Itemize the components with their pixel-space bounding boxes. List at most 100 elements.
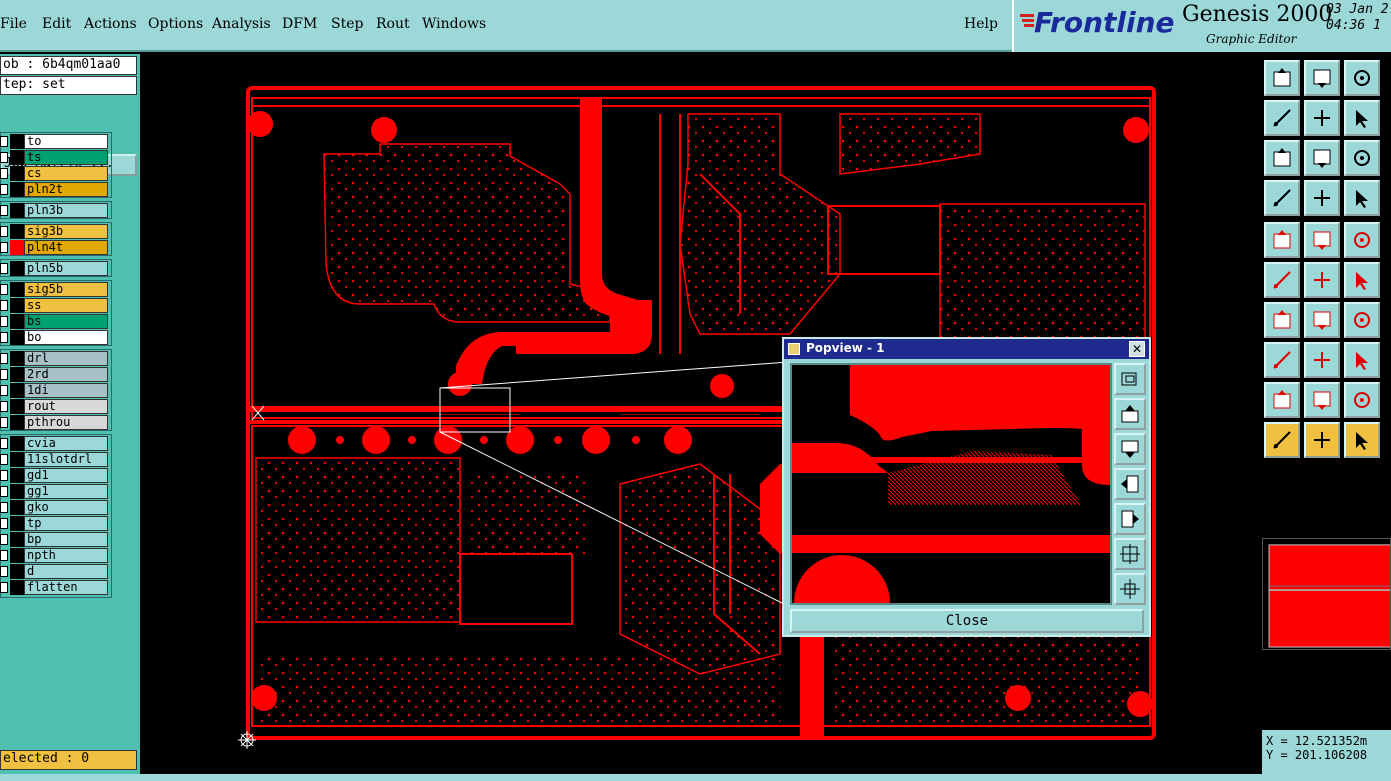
layer-row[interactable]: cs xyxy=(0,166,110,181)
popview-pan-down-button[interactable] xyxy=(1114,433,1146,465)
settings-button[interactable] xyxy=(1264,180,1300,216)
layer-checkbox[interactable] xyxy=(0,566,8,577)
layer-row[interactable]: sig3b xyxy=(0,224,110,239)
scale-1-2-button[interactable] xyxy=(1344,140,1380,176)
layer-name[interactable]: cs xyxy=(24,166,108,181)
a-tool-button[interactable] xyxy=(1344,382,1380,418)
layer-name[interactable]: bs xyxy=(24,314,108,329)
layer-row[interactable]: pln5b xyxy=(0,261,110,276)
layer-checkbox[interactable] xyxy=(0,316,8,327)
menu-windows[interactable]: Windows xyxy=(422,16,486,32)
menu-rout[interactable]: Rout xyxy=(376,16,410,32)
layer-color-swatch[interactable] xyxy=(10,367,24,382)
layer-checkbox[interactable] xyxy=(0,284,8,295)
arrow-tool-button[interactable] xyxy=(1304,302,1340,338)
layer-checkbox[interactable] xyxy=(0,534,8,545)
popview-zoom-out-button[interactable] xyxy=(1114,573,1146,605)
layer-checkbox[interactable] xyxy=(0,184,8,195)
layer-name[interactable]: 11slotdrl xyxy=(24,452,108,467)
layer-checkbox[interactable] xyxy=(0,486,8,497)
layer-row[interactable]: d xyxy=(0,564,110,579)
layer-checkbox[interactable] xyxy=(0,582,8,593)
layer-color-swatch[interactable] xyxy=(10,314,24,329)
layer-name[interactable]: gg1 xyxy=(24,484,108,499)
layer-color-swatch[interactable] xyxy=(10,415,24,430)
layer-color-swatch[interactable] xyxy=(10,282,24,297)
layer-color-swatch[interactable] xyxy=(10,298,24,313)
layer-name[interactable]: pln5b xyxy=(24,261,108,276)
zoom-button[interactable] xyxy=(1304,140,1340,176)
layer-checkbox[interactable] xyxy=(0,168,8,179)
layer-row[interactable]: pln4t xyxy=(0,240,110,255)
layer-name[interactable]: gko xyxy=(24,500,108,515)
layer-checkbox[interactable] xyxy=(0,550,8,561)
triangle-tool-button[interactable] xyxy=(1264,382,1300,418)
layer-checkbox[interactable] xyxy=(0,205,8,216)
layer-name[interactable]: bp xyxy=(24,532,108,547)
layer-row[interactable]: gko xyxy=(0,500,110,515)
menu-analysis[interactable]: Analysis xyxy=(212,16,271,32)
layer-color-swatch[interactable] xyxy=(10,452,24,467)
layer-checkbox[interactable] xyxy=(0,454,8,465)
menu-actions[interactable]: Actions xyxy=(84,16,137,32)
popview-close-button[interactable]: Close xyxy=(790,609,1144,633)
save-button[interactable] xyxy=(1304,60,1340,96)
popview-pan-left-button[interactable] xyxy=(1114,468,1146,500)
layer-checkbox[interactable] xyxy=(0,470,8,481)
layer-checkbox[interactable] xyxy=(0,438,8,449)
connect-button[interactable] xyxy=(1264,262,1300,298)
line-tool-button[interactable] xyxy=(1264,302,1300,338)
layer-color-swatch[interactable] xyxy=(10,484,24,499)
home-button[interactable] xyxy=(1344,60,1380,96)
layer-row[interactable]: cvia xyxy=(0,436,110,451)
layer-color-swatch[interactable] xyxy=(10,261,24,276)
layer-color-swatch[interactable] xyxy=(10,240,24,255)
layer-color-swatch[interactable] xyxy=(10,351,24,366)
layer-row[interactable]: 11slotdrl xyxy=(0,452,110,467)
layer-name[interactable]: rout xyxy=(24,399,108,414)
layer-name[interactable]: flatten xyxy=(24,580,108,595)
layer-props-button[interactable] xyxy=(1344,180,1380,216)
popview-titlebar[interactable]: Popview - 1 ✕ xyxy=(784,339,1149,359)
layer-color-swatch[interactable] xyxy=(10,532,24,547)
layer-name[interactable]: bo xyxy=(24,330,108,345)
layer-name[interactable]: pthrou xyxy=(24,415,108,430)
minus-tool-button[interactable] xyxy=(1304,342,1340,378)
layer-checkbox[interactable] xyxy=(0,401,8,412)
menu-file[interactable]: File xyxy=(0,16,27,32)
layer-checkbox[interactable] xyxy=(0,152,8,163)
layer-row[interactable]: rout xyxy=(0,399,110,414)
layer-color-swatch[interactable] xyxy=(10,516,24,531)
popview-pan-up-button[interactable] xyxy=(1114,398,1146,430)
layer-name[interactable]: ts xyxy=(24,150,108,165)
pan-left-button[interactable] xyxy=(1264,100,1300,136)
layer-name[interactable]: d xyxy=(24,564,108,579)
layer-row[interactable]: pln2t xyxy=(0,182,110,197)
layer-checkbox[interactable] xyxy=(0,263,8,274)
menu-help[interactable]: Help xyxy=(964,16,998,32)
popview-fit-button[interactable] xyxy=(1114,363,1146,395)
layer-row[interactable]: sig5b xyxy=(0,282,110,297)
undo-view-button[interactable] xyxy=(1344,100,1380,136)
layer-color-swatch[interactable] xyxy=(10,500,24,515)
layer-color-swatch[interactable] xyxy=(10,468,24,483)
layer-row[interactable]: ts xyxy=(0,150,110,165)
layer-color-swatch[interactable] xyxy=(10,203,24,218)
pan-right-button[interactable] xyxy=(1304,100,1340,136)
layer-name[interactable]: gd1 xyxy=(24,468,108,483)
layer-name[interactable]: pln4t xyxy=(24,240,108,255)
popview-zoom-view[interactable] xyxy=(790,363,1112,605)
layer-color-swatch[interactable] xyxy=(10,548,24,563)
layer-color-swatch[interactable] xyxy=(10,383,24,398)
layer-row[interactable]: gd1 xyxy=(0,468,110,483)
layer-name[interactable]: ss xyxy=(24,298,108,313)
layer-row[interactable]: drl xyxy=(0,351,110,366)
layer-name[interactable]: 1di xyxy=(24,383,108,398)
layer-color-swatch[interactable] xyxy=(10,166,24,181)
popview-pan-right-button[interactable] xyxy=(1114,503,1146,535)
rotate-button[interactable] xyxy=(1344,302,1380,338)
layer-color-swatch[interactable] xyxy=(10,134,24,149)
layer-name[interactable]: tp xyxy=(24,516,108,531)
menu-dfm[interactable]: DFM xyxy=(282,16,317,32)
layer-checkbox[interactable] xyxy=(0,417,8,428)
